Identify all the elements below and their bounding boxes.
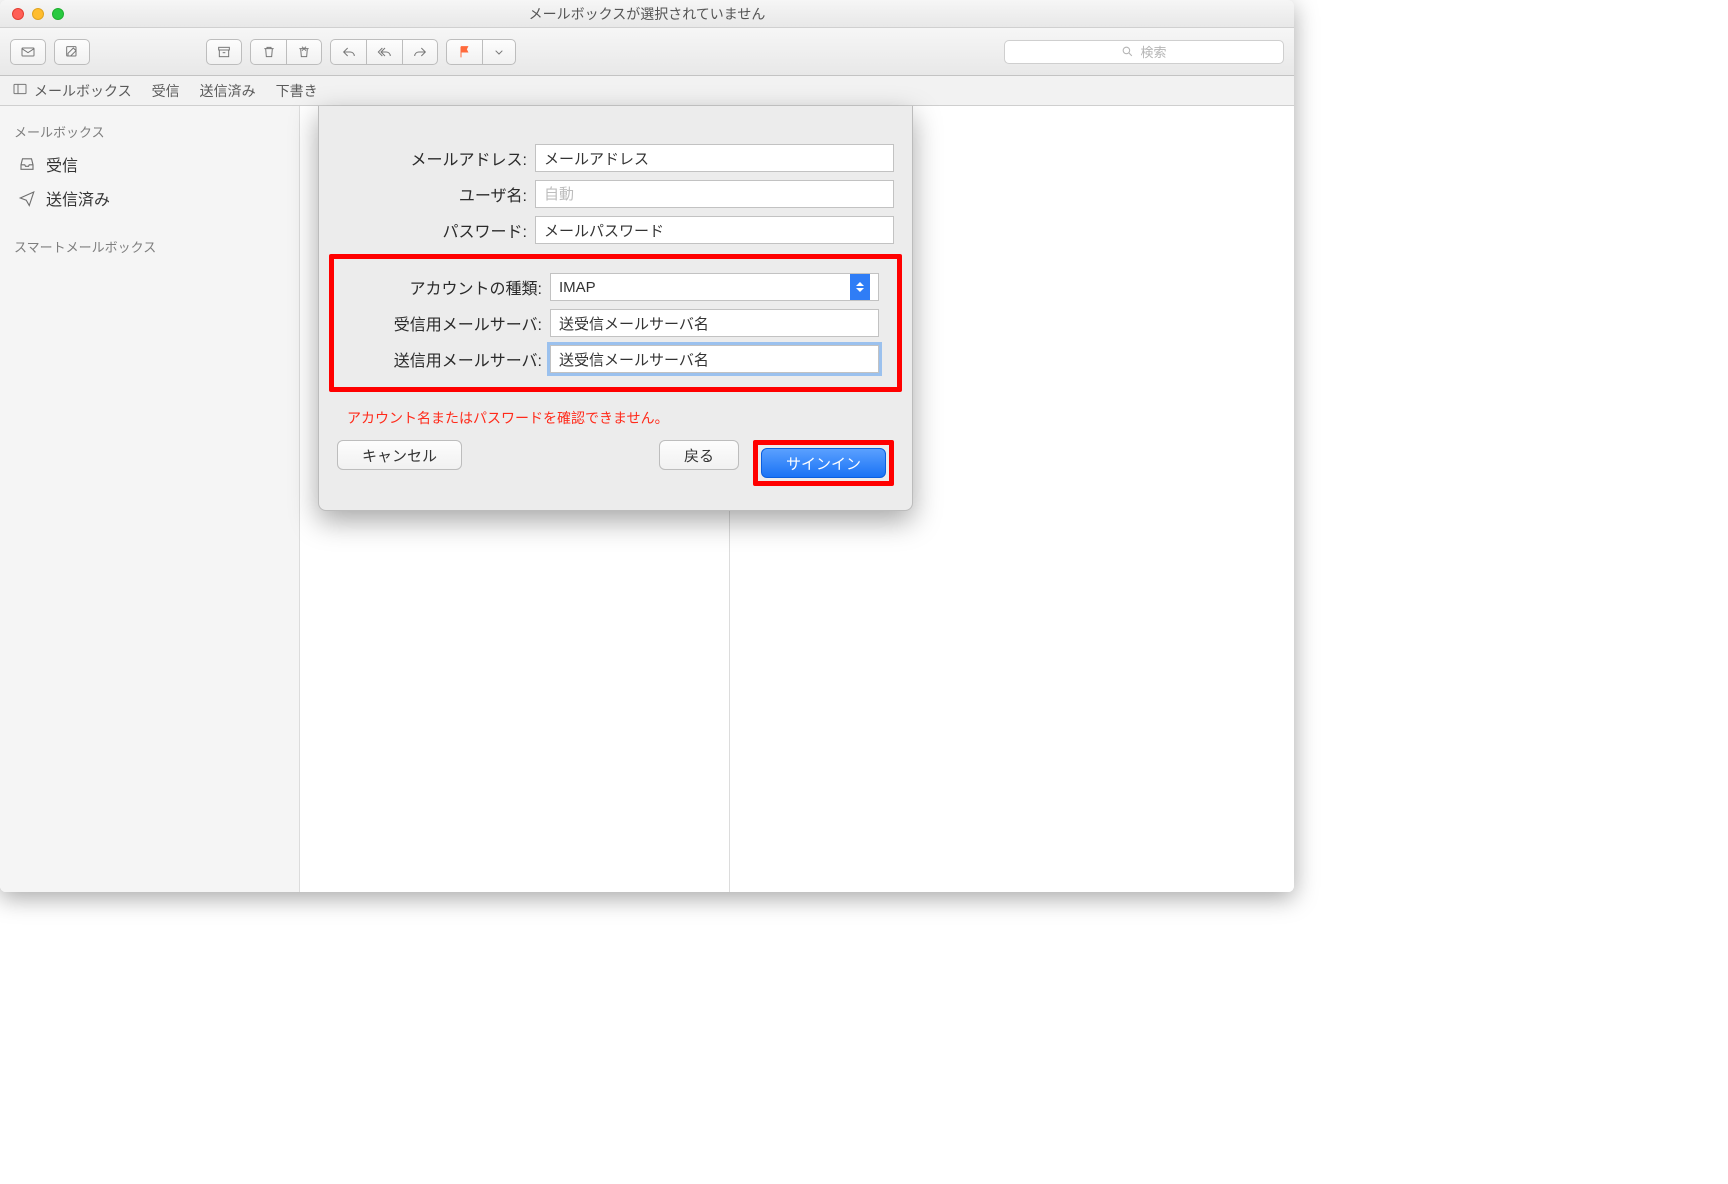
favbar-sent[interactable]: 送信済み: [200, 81, 256, 101]
envelope-icon: [20, 44, 36, 60]
sidebar-toggle-icon: [12, 81, 28, 100]
cancel-button[interactable]: キャンセル: [337, 440, 462, 470]
row-outgoing: 送信用メールサーバ:: [352, 345, 879, 373]
sidebar: メールボックス 受信 送信済み スマートメールボックス: [0, 106, 300, 892]
account-setup-sheet: メールアドレス: ユーザ名: パスワード: アカウントの種類:: [318, 106, 913, 511]
archive-icon: [216, 44, 232, 60]
highlight-server-section: アカウントの種類: IMAP 受信用メールサーバ: 送信用メールサーバ:: [329, 254, 902, 392]
flag-icon: [457, 44, 473, 60]
sidebar-sent[interactable]: 送信済み: [0, 181, 299, 215]
select-account-type-value: IMAP: [559, 279, 596, 296]
label-outgoing: 送信用メールサーバ:: [352, 347, 542, 371]
compose-icon: [64, 44, 80, 60]
search-placeholder: 検索: [1140, 42, 1166, 61]
favbar-inbox[interactable]: 受信: [152, 81, 180, 101]
junk-icon: [296, 44, 312, 60]
titlebar: メールボックスが選択されていません: [0, 0, 1294, 28]
input-incoming[interactable]: [550, 309, 879, 337]
body: メールボックス 受信 送信済み スマートメールボックス メールアドレス:: [0, 106, 1294, 892]
flag-button[interactable]: [446, 39, 482, 65]
row-incoming: 受信用メールサーバ:: [352, 309, 879, 337]
reply-icon: [341, 44, 357, 60]
input-password[interactable]: [535, 216, 894, 244]
reply-all-icon: [377, 44, 393, 60]
compose-button[interactable]: [54, 39, 90, 65]
forward-icon: [412, 44, 428, 60]
label-username: ユーザ名:: [337, 182, 527, 206]
back-button[interactable]: 戻る: [659, 440, 739, 470]
inbox-icon: [18, 155, 36, 173]
chevron-down-icon: [491, 44, 507, 60]
sidebar-inbox[interactable]: 受信: [0, 147, 299, 181]
label-account-type: アカウントの種類:: [352, 275, 542, 299]
error-message: アカウント名またはパスワードを確認できません。: [319, 402, 912, 430]
toolbar: 検索: [0, 28, 1294, 76]
window-title: メールボックスが選択されていません: [0, 4, 1294, 24]
input-email[interactable]: [535, 144, 894, 172]
favorites-bar: メールボックス 受信 送信済み 下書き: [0, 76, 1294, 106]
label-incoming: 受信用メールサーバ:: [352, 311, 542, 335]
get-mail-button[interactable]: [10, 39, 46, 65]
archive-button[interactable]: [206, 39, 242, 65]
row-account-type: アカウントの種類: IMAP: [352, 273, 879, 301]
row-email: メールアドレス:: [337, 144, 894, 172]
search-icon: [1121, 45, 1134, 58]
label-password: パスワード:: [337, 218, 527, 242]
flag-menu-button[interactable]: [482, 39, 516, 65]
search-field[interactable]: 検索: [1004, 40, 1284, 64]
row-password: パスワード:: [337, 216, 894, 244]
button-row: キャンセル 戻る サインイン: [319, 430, 912, 486]
mailboxes-toggle[interactable]: メールボックス: [12, 81, 132, 101]
signin-button[interactable]: サインイン: [761, 448, 886, 478]
label-email: メールアドレス:: [337, 146, 527, 170]
input-outgoing[interactable]: [550, 345, 879, 373]
delete-button[interactable]: [250, 39, 286, 65]
trash-icon: [261, 44, 277, 60]
main: メールアドレス: ユーザ名: パスワード: アカウントの種類:: [300, 106, 1294, 892]
reply-all-button[interactable]: [366, 39, 402, 65]
highlight-signin: サインイン: [753, 440, 894, 486]
reply-button[interactable]: [330, 39, 366, 65]
mail-window: メールボックスが選択されていません 検索 メールボックス 受信 送: [0, 0, 1294, 892]
junk-button[interactable]: [286, 39, 322, 65]
message-list-pane: メールアドレス: ユーザ名: パスワード: アカウントの種類:: [300, 106, 730, 892]
paperplane-icon: [18, 189, 36, 207]
forward-button[interactable]: [402, 39, 438, 65]
input-username[interactable]: [535, 180, 894, 208]
updown-icon: [850, 274, 870, 300]
sidebar-heading-smart: スマートメールボックス: [0, 231, 299, 262]
select-account-type[interactable]: IMAP: [550, 273, 879, 301]
row-username: ユーザ名:: [337, 180, 894, 208]
favbar-drafts[interactable]: 下書き: [276, 81, 318, 101]
sidebar-heading-mailboxes: メールボックス: [0, 116, 299, 147]
